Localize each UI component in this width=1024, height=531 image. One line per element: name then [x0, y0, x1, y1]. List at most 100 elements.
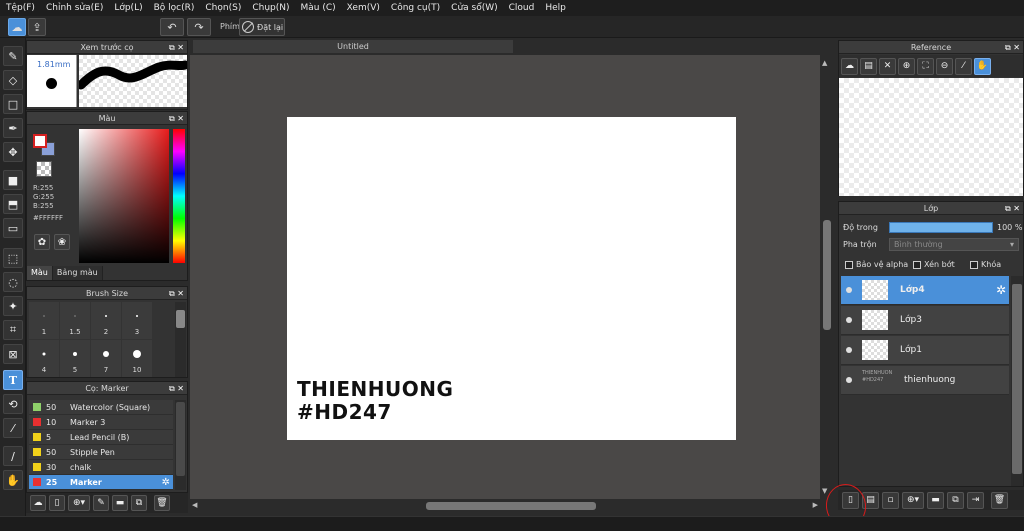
brush-size-option[interactable]: 4 [29, 340, 59, 377]
canvas-vertical-scrollbar[interactable]: ▲ ▼ [820, 55, 834, 499]
gradient-tool-icon[interactable]: ▭ [3, 218, 23, 238]
move-tool-icon[interactable]: ✥ [3, 142, 23, 162]
menu-tools[interactable]: Công cụ(T) [391, 3, 440, 13]
open-folder-icon[interactable]: ▤ [860, 57, 877, 75]
lock-checkbox[interactable] [970, 260, 978, 269]
zoom-out-icon[interactable]: ⊖ [936, 57, 953, 75]
foreground-color-swatch[interactable] [33, 134, 47, 148]
scroll-up-icon[interactable]: ▲ [822, 59, 827, 67]
tab-color[interactable]: Màu [27, 266, 53, 280]
menu-capture[interactable]: Chụp(N) [252, 3, 289, 13]
fit-icon[interactable]: ⛶ [917, 57, 934, 75]
reset-button[interactable]: Đặt lại [239, 18, 285, 36]
brush-size-option[interactable]: 3 [122, 302, 152, 339]
eyedropper-icon[interactable]: ⁄ [955, 57, 972, 75]
select-rect-tool-icon[interactable]: ⬚ [3, 248, 23, 268]
layer-row[interactable]: Lớp1 [841, 336, 1009, 365]
protect-alpha-checkbox[interactable] [845, 260, 853, 269]
zoom-in-icon[interactable]: ⊕ [898, 57, 915, 75]
brush-size-option[interactable]: 1.5 [60, 302, 90, 339]
copy-icon[interactable]: ⧉ [131, 495, 147, 511]
layer-row[interactable]: Lớp3 [841, 306, 1009, 335]
brush-item[interactable]: 5 Lead Pencil (B) [29, 430, 173, 445]
opacity-slider[interactable] [889, 222, 993, 233]
duplicate-layer-icon[interactable]: ⧉ [947, 491, 964, 509]
folder-icon[interactable]: ▬ [112, 495, 128, 511]
eyedropper-pen-icon[interactable]: ⁄ [3, 418, 23, 438]
brush-item[interactable]: 30 chalk [29, 460, 173, 475]
brush-list-scrollbar[interactable] [175, 400, 186, 490]
redo-icon[interactable]: ↷ [187, 18, 211, 36]
fill-rect-tool-icon[interactable]: ■ [3, 170, 23, 190]
panel-controls[interactable]: ⧉ ✕ [169, 41, 184, 54]
panel-controls[interactable]: ⧉ ✕ [1005, 202, 1020, 215]
brush-tool-icon[interactable]: ✎ [3, 46, 23, 66]
text-tool-icon[interactable]: T [3, 370, 23, 390]
transparent-color-swatch[interactable] [36, 161, 52, 177]
lasso-tool-icon[interactable]: ◌ [3, 272, 23, 292]
menu-help[interactable]: Help [545, 3, 566, 13]
brush-size-option[interactable]: 1 [29, 302, 59, 339]
visibility-icon[interactable] [846, 317, 852, 323]
brush-item[interactable]: 50 Watercolor (Square) [29, 400, 173, 415]
layer-list-scrollbar[interactable] [1011, 276, 1023, 486]
select-pen-tool-icon[interactable]: ⌗ [3, 320, 23, 340]
menu-layer[interactable]: Lớp(L) [114, 3, 142, 13]
hand-icon[interactable]: ✋ [974, 57, 991, 75]
protect-alpha-option[interactable]: Bảo vệ alpha [845, 260, 908, 269]
share-icon[interactable]: ⇪ [28, 18, 46, 36]
panel-controls[interactable]: ⧉ ✕ [169, 382, 184, 395]
clipping-option[interactable]: Xén bớt [913, 260, 955, 269]
select-eraser-tool-icon[interactable]: ⊠ [3, 344, 23, 364]
add-layer-menu-icon[interactable]: ⊕▾ [902, 491, 924, 509]
scroll-right-icon[interactable]: ▶ [813, 501, 818, 509]
bucket-tool-icon[interactable]: ⬒ [3, 194, 23, 214]
gear-icon[interactable]: ✲ [162, 477, 170, 488]
menu-edit[interactable]: Chỉnh sửa(E) [46, 3, 103, 13]
scroll-thumb[interactable] [823, 220, 831, 330]
pen-tool-icon[interactable]: ✒ [3, 118, 23, 138]
hand-tool-icon[interactable]: ✋ [3, 470, 23, 490]
layer-row-selected[interactable]: Lớp4 ✲ [841, 276, 1009, 305]
menu-cloud[interactable]: Cloud [509, 3, 535, 13]
brush-item[interactable]: 10 Marker 3 [29, 415, 173, 430]
canvas-horizontal-scrollbar[interactable]: ◀ ▶ [190, 499, 820, 513]
gear-icon[interactable]: ✲ [996, 283, 1006, 297]
menu-color[interactable]: Màu (C) [301, 3, 336, 13]
new-1bit-layer-icon[interactable]: ▫ [882, 491, 899, 509]
rectangle-tool-icon[interactable]: □ [3, 94, 23, 114]
cloud-icon[interactable]: ☁ [841, 57, 858, 75]
menu-file[interactable]: Tệp(F) [6, 3, 35, 13]
brush-size-scrollbar[interactable] [175, 302, 186, 377]
hue-slider[interactable] [173, 129, 185, 263]
magic-wand-tool-icon[interactable]: ✦ [3, 296, 23, 316]
panel-controls[interactable]: ⧉ ✕ [169, 112, 184, 125]
canvas-paper[interactable]: THIENHUONG #HD247 [287, 117, 736, 440]
layer-folder-icon[interactable]: ▬ [927, 491, 944, 509]
trash-icon[interactable]: 🗑 [154, 495, 170, 511]
brush-item-selected[interactable]: 25 Marker ✲ [29, 475, 173, 490]
visibility-icon[interactable] [846, 377, 852, 383]
lock-option[interactable]: Khóa [970, 260, 1001, 269]
undo-icon[interactable]: ↶ [160, 18, 184, 36]
scroll-down-icon[interactable]: ▼ [822, 487, 827, 495]
cloud-brush-icon[interactable]: ☁ [30, 495, 46, 511]
cloud-icon[interactable]: ☁ [8, 18, 26, 36]
layer-row[interactable]: THIENHUONG #HD247 thienhuong [841, 366, 1009, 395]
menu-filter[interactable]: Bộ lọc(R) [154, 3, 195, 13]
color-mixer-icon[interactable]: ❀ [54, 234, 70, 250]
close-icon[interactable]: ✕ [879, 57, 896, 75]
visibility-icon[interactable] [846, 287, 852, 293]
visibility-icon[interactable] [846, 347, 852, 353]
brush-size-option[interactable]: 2 [91, 302, 121, 339]
brush-size-option[interactable]: 10 [122, 340, 152, 377]
panel-controls[interactable]: ⧉ ✕ [1005, 41, 1020, 54]
brush-size-option[interactable]: 7 [91, 340, 121, 377]
blend-mode-select[interactable]: Bình thường ▾ [889, 238, 1019, 251]
panel-controls[interactable]: ⧉ ✕ [169, 287, 184, 300]
tab-palette[interactable]: Bảng màu [52, 266, 103, 280]
clipping-checkbox[interactable] [913, 260, 921, 269]
brush-item[interactable]: 50 Stipple Pen [29, 445, 173, 460]
brush-size-option[interactable]: 5 [60, 340, 90, 377]
trash-icon[interactable]: 🗑 [991, 491, 1008, 509]
